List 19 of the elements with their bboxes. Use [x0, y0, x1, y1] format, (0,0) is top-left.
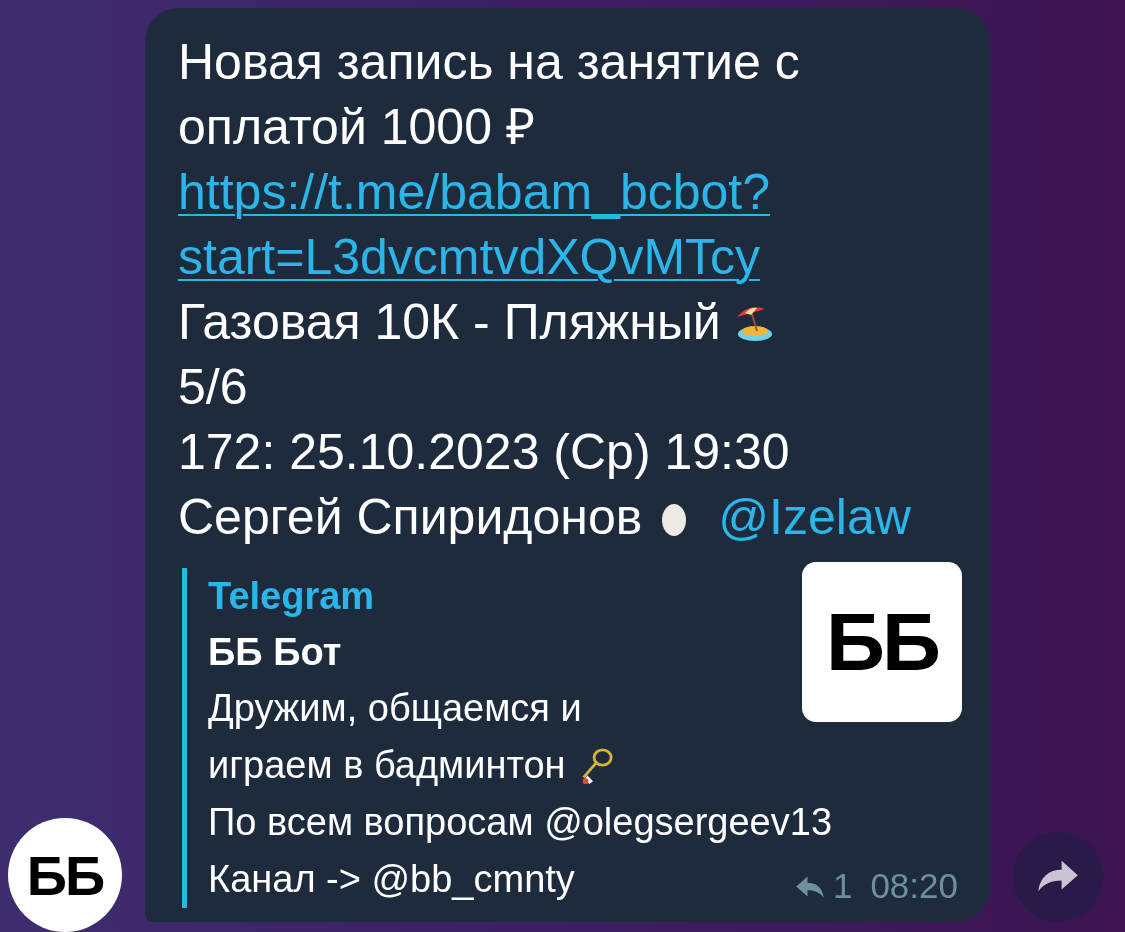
preview-thumbnail: ББ: [802, 562, 962, 722]
message-text: 5/6: [178, 358, 248, 417]
message-text: Новая запись на занятие с: [178, 33, 800, 92]
link[interactable]: https://t.me/babam_bcbot?: [178, 160, 771, 225]
message-text: оплатой 1000 ₽: [178, 98, 535, 157]
preview-site-name: Telegram: [208, 574, 375, 619]
message-time: 08:20: [870, 866, 958, 906]
avatar[interactable]: ББ: [8, 818, 122, 932]
message-text: 172: 25.10.2023 (Ср) 19:30: [178, 423, 790, 482]
message-text: играем в бадминтон: [208, 743, 566, 788]
message-text: Дружим, общаемся и: [208, 686, 582, 731]
mention-link[interactable]: @Izelaw: [718, 485, 911, 550]
message-text: Канал -> @bb_cmnty: [208, 857, 575, 902]
reply-count: 1: [832, 866, 853, 906]
message-text: Газовая 10К - Пляжный: [178, 293, 721, 352]
message-text: По всем вопросам @olegsergeev13: [208, 800, 832, 845]
message-text: Сергей Спиридонов: [178, 488, 643, 547]
link[interactable]: start=L3dvcmtvdXQvMTcy: [178, 225, 761, 290]
preview-title: ББ Бот: [208, 630, 342, 675]
